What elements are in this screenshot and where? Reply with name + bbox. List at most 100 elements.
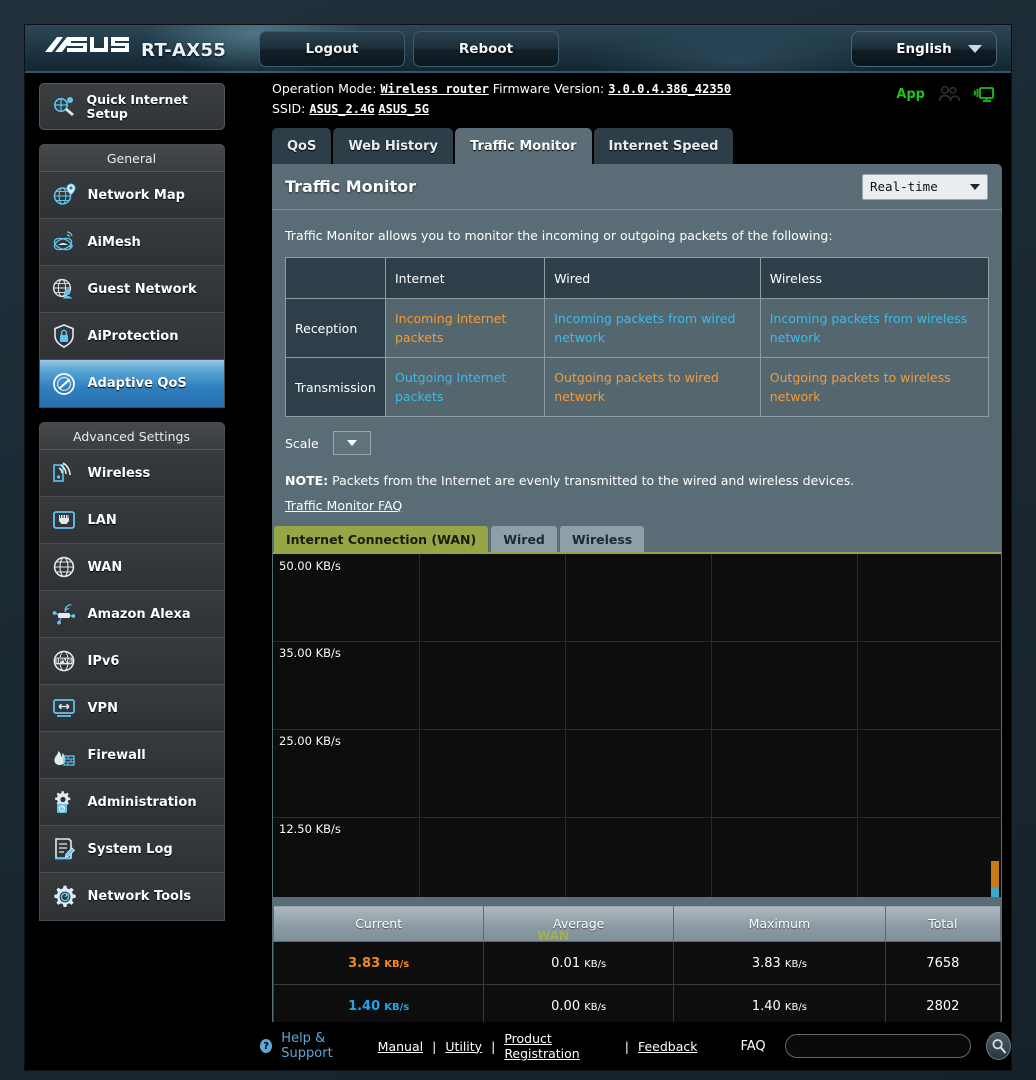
panel-header: Traffic Monitor Real-time xyxy=(272,164,1002,210)
logout-button[interactable]: Logout xyxy=(259,31,405,67)
search-icon xyxy=(991,1038,1007,1054)
footer-separator: | xyxy=(625,1039,629,1054)
logout-label: Logout xyxy=(306,41,359,57)
matrix-col-wireless: Wireless xyxy=(760,258,988,299)
sidebar-item-lan[interactable]: LAN xyxy=(40,497,224,544)
sidebar-item-system-log[interactable]: System Log xyxy=(40,826,224,873)
reboot-button[interactable]: Reboot xyxy=(413,31,559,67)
ssid-5g[interactable]: ASUS_5G xyxy=(378,102,429,116)
matrix-cell: Outgoing packets to wired network xyxy=(545,358,761,417)
footer-separator: | xyxy=(432,1039,436,1054)
sidebar-item-ipv6[interactable]: IPV6 IPv6 xyxy=(40,638,224,685)
tab-label: QoS xyxy=(287,139,316,154)
sidebar-item-administration[interactable]: Administration xyxy=(40,779,224,826)
stats-cell-current: 3.83 KB/s xyxy=(274,942,484,985)
sidebar-label: LAN xyxy=(88,513,117,528)
sidebar-item-wan[interactable]: WAN xyxy=(40,544,224,591)
stats-col-maximum: Maximum xyxy=(674,906,886,942)
sidebar-label: System Log xyxy=(88,842,173,857)
sidebar-item-guest-network[interactable]: Guest Network xyxy=(40,266,224,313)
quick-setup-label: Quick Internet Setup xyxy=(87,93,224,121)
footer-link-utility[interactable]: Utility xyxy=(445,1039,482,1054)
footer-separator: | xyxy=(491,1039,495,1054)
chart-tab-wired[interactable]: Wired xyxy=(491,526,557,552)
note-prefix: NOTE: xyxy=(285,473,328,488)
chart-tab-wan[interactable]: Internet Connection (WAN) xyxy=(274,526,488,552)
traffic-chart[interactable]: 50.00 KB/s 35.00 KB/s 25.00 KB/s 12.50 K… xyxy=(273,552,1001,897)
matrix-row-reception-label: Reception xyxy=(286,299,386,358)
operation-mode-label: Operation Mode: xyxy=(272,81,376,96)
sidebar-item-network-map[interactable]: Network Map xyxy=(40,172,224,219)
footer-link-product-registration[interactable]: Product Registration xyxy=(504,1031,615,1061)
chart-gridline-v xyxy=(565,554,566,897)
footer-link-manual[interactable]: Manual xyxy=(378,1039,423,1054)
faq-search-input[interactable] xyxy=(785,1034,971,1058)
sidebar-item-firewall[interactable]: Firewall xyxy=(40,732,224,779)
tab-internet-speed[interactable]: Internet Speed xyxy=(594,128,734,164)
ssid-24g[interactable]: ASUS_2.4G xyxy=(309,102,374,116)
operation-mode-value[interactable]: Wireless router xyxy=(380,82,488,96)
sidebar-item-aimesh[interactable]: AiMesh xyxy=(40,219,224,266)
stats-col-current: Current xyxy=(274,906,484,942)
network-devices-icon[interactable] xyxy=(973,85,995,103)
users-icon[interactable] xyxy=(938,85,960,103)
traffic-monitor-faq-link[interactable]: Traffic Monitor FAQ xyxy=(285,498,402,513)
matrix-col-wired: Wired xyxy=(545,258,761,299)
stats-value: 0.00 xyxy=(551,999,580,1014)
sidebar-item-wireless[interactable]: Wireless xyxy=(40,450,224,497)
matrix-col-blank xyxy=(286,258,386,299)
body-container: Quick Internet Setup General Network Map xyxy=(25,73,1011,1070)
network-tools-icon xyxy=(50,883,78,911)
sidebar-item-network-tools[interactable]: Network Tools xyxy=(40,873,224,920)
operation-info: Operation Mode: Wireless router Firmware… xyxy=(238,73,1011,125)
note-body: Packets from the Internet are evenly tra… xyxy=(328,473,854,488)
table-header-row: Current Average Maximum Total xyxy=(274,906,1001,942)
main-content: Operation Mode: Wireless router Firmware… xyxy=(238,73,1011,1070)
chart-gridline-v xyxy=(857,554,858,897)
chart-tab-wireless[interactable]: Wireless xyxy=(560,526,644,552)
tab-web-history[interactable]: Web History xyxy=(333,128,453,164)
matrix-cell: Outgoing Internet packets xyxy=(386,358,545,417)
mode-select[interactable]: Real-time xyxy=(862,174,988,200)
traffic-stats-table: Current Average Maximum Total 3.83 KB/s xyxy=(273,905,1001,1028)
guest-network-icon xyxy=(50,275,78,303)
matrix-cell: Outgoing packets to wireless network xyxy=(760,358,988,417)
router-ui-window: RT-AX55 Logout Reboot English Quick Int xyxy=(25,25,1011,1070)
faq-search-button[interactable] xyxy=(986,1032,1011,1060)
app-link[interactable]: App xyxy=(896,87,925,102)
chart-gridline-v xyxy=(711,554,712,897)
ssid-label: SSID: xyxy=(272,101,305,116)
sidebar-item-vpn[interactable]: VPN xyxy=(40,685,224,732)
firmware-value[interactable]: 3.0.0.4.386_42350 xyxy=(608,82,731,96)
help-support-label: Help & Support xyxy=(281,1031,368,1061)
stats-value: 1.40 xyxy=(348,999,380,1014)
table-header-row: Internet Wired Wireless xyxy=(286,258,989,299)
quick-internet-setup-button[interactable]: Quick Internet Setup xyxy=(39,83,225,130)
help-icon: ? xyxy=(260,1039,272,1053)
sidebar-item-aiprotection[interactable]: AiProtection xyxy=(40,313,224,360)
scale-select[interactable] xyxy=(333,431,371,455)
app-icons-row: App xyxy=(896,85,995,103)
shield-lock-icon xyxy=(50,322,78,350)
tab-qos[interactable]: QoS xyxy=(272,128,331,164)
general-header: General xyxy=(40,145,224,172)
sidebar-label: Network Map xyxy=(88,188,185,203)
language-selector[interactable]: English xyxy=(851,31,997,67)
ipv6-icon: IPV6 xyxy=(50,647,78,675)
wireless-icon xyxy=(50,459,78,487)
chart-gridline-h xyxy=(273,817,1001,818)
reboot-label: Reboot xyxy=(459,41,513,57)
sidebar-item-adaptive-qos[interactable]: Adaptive QoS xyxy=(40,360,224,407)
chart-ytick-label: 25.00 KB/s xyxy=(279,734,341,748)
tab-traffic-monitor[interactable]: Traffic Monitor xyxy=(455,128,592,164)
stats-table-wrap: Current Average Maximum Total 3.83 KB/s xyxy=(272,905,1002,1028)
stats-value: 3.83 xyxy=(752,956,781,971)
chevron-down-icon xyxy=(970,184,980,190)
sidebar-label: AiProtection xyxy=(88,329,179,344)
matrix-cell: Incoming Internet packets xyxy=(386,299,545,358)
stats-value: 0.01 xyxy=(551,956,580,971)
footer-link-feedback[interactable]: Feedback xyxy=(638,1039,698,1054)
sidebar-item-amazon-alexa[interactable]: Amazon Alexa xyxy=(40,591,224,638)
alexa-icon xyxy=(50,600,78,628)
lan-port-icon xyxy=(50,506,78,534)
